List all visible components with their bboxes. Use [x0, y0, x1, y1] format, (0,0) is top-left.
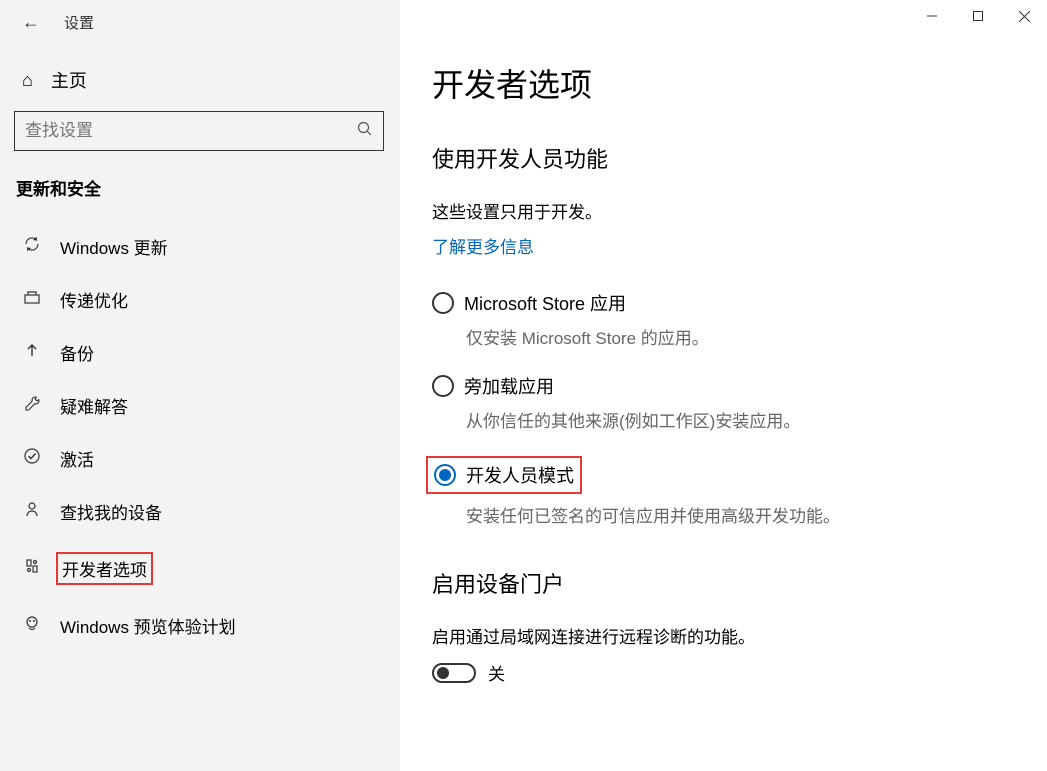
radio-label: 开发人员模式	[466, 462, 574, 488]
sidebar-item-label: Windows 预览体验计划	[60, 613, 236, 638]
delivery-icon	[22, 288, 42, 311]
sidebar-item-find-my-device[interactable]: 查找我的设备	[0, 485, 400, 538]
device-portal-heading: 启用设备门户	[432, 567, 1015, 599]
sidebar-item-label: 疑难解答	[60, 393, 128, 418]
sidebar-item-label: 传递优化	[60, 287, 128, 312]
dev-mode-radio-group: Microsoft Store 应用 仅安装 Microsoft Store 的…	[432, 290, 1015, 527]
sidebar-item-windows-update[interactable]: Windows 更新	[0, 220, 400, 273]
sidebar-item-activation[interactable]: 激活	[0, 432, 400, 485]
check-icon	[22, 447, 42, 470]
page-title: 开发者选项	[432, 60, 1015, 106]
radio-store-apps[interactable]: Microsoft Store 应用	[432, 290, 1015, 316]
radio-label: 旁加载应用	[464, 373, 554, 399]
sidebar-item-label: 备份	[60, 340, 94, 365]
toggle-knob-icon	[437, 667, 449, 679]
radio-icon	[432, 292, 454, 314]
device-portal-toggle-row: 关	[432, 660, 1015, 685]
sidebar-item-label: 开发者选项	[56, 552, 153, 585]
sidebar-item-troubleshoot[interactable]: 疑难解答	[0, 379, 400, 432]
dev-features-info: 这些设置只用于开发。	[432, 198, 1015, 223]
radio-developer-mode[interactable]: 开发人员模式	[426, 456, 582, 494]
device-portal-desc: 启用通过局域网连接进行远程诊断的功能。	[432, 623, 1015, 648]
sidebar-item-label: 激活	[60, 446, 94, 471]
sidebar: ← 设置 ⌂ 主页 更新和安全 Windows 更新 传递优化 备份 疑难	[0, 0, 400, 771]
back-button[interactable]: ←	[22, 12, 40, 33]
radio-option-sideload: 旁加载应用 从你信任的其他来源(例如工作区)安装应用。	[432, 373, 1015, 432]
search-box[interactable]	[14, 111, 384, 151]
radio-desc: 仅安装 Microsoft Store 的应用。	[466, 324, 1015, 349]
search-icon	[357, 121, 373, 142]
sidebar-item-label: Windows 更新	[60, 234, 168, 259]
search-input[interactable]	[25, 121, 349, 141]
radio-icon	[434, 464, 456, 486]
main-content: 开发者选项 使用开发人员功能 这些设置只用于开发。 了解更多信息 Microso…	[400, 0, 1047, 771]
learn-more-link[interactable]: 了解更多信息	[432, 233, 1015, 258]
insider-icon	[22, 614, 42, 637]
find-device-icon	[22, 500, 42, 523]
radio-desc: 从你信任的其他来源(例如工作区)安装应用。	[466, 407, 1015, 432]
sidebar-item-backup[interactable]: 备份	[0, 326, 400, 379]
radio-option-store-apps: Microsoft Store 应用 仅安装 Microsoft Store 的…	[432, 290, 1015, 349]
backup-icon	[22, 341, 42, 364]
topbar: ← 设置	[0, 8, 400, 49]
toggle-state-label: 关	[488, 660, 505, 685]
radio-label: Microsoft Store 应用	[464, 290, 626, 316]
developer-icon	[22, 557, 42, 580]
radio-sideload[interactable]: 旁加载应用	[432, 373, 1015, 399]
sidebar-item-insider-program[interactable]: Windows 预览体验计划	[0, 599, 400, 652]
sidebar-item-delivery-optimization[interactable]: 传递优化	[0, 273, 400, 326]
dev-features-heading: 使用开发人员功能	[432, 142, 1015, 174]
home-icon: ⌂	[22, 70, 33, 91]
radio-option-developer-mode: 开发人员模式 安装任何已签名的可信应用并使用高级开发功能。	[432, 456, 1015, 527]
home-label: 主页	[51, 67, 87, 93]
device-portal-toggle[interactable]	[432, 663, 476, 683]
radio-icon	[432, 375, 454, 397]
home-nav[interactable]: ⌂ 主页	[0, 49, 400, 111]
sidebar-item-developer-options[interactable]: 开发者选项	[0, 538, 400, 599]
app-title: 设置	[64, 12, 94, 33]
category-label: 更新和安全	[0, 175, 400, 220]
wrench-icon	[22, 394, 42, 417]
radio-desc: 安装任何已签名的可信应用并使用高级开发功能。	[466, 502, 1015, 527]
sidebar-item-label: 查找我的设备	[60, 499, 162, 524]
refresh-icon	[22, 235, 42, 258]
